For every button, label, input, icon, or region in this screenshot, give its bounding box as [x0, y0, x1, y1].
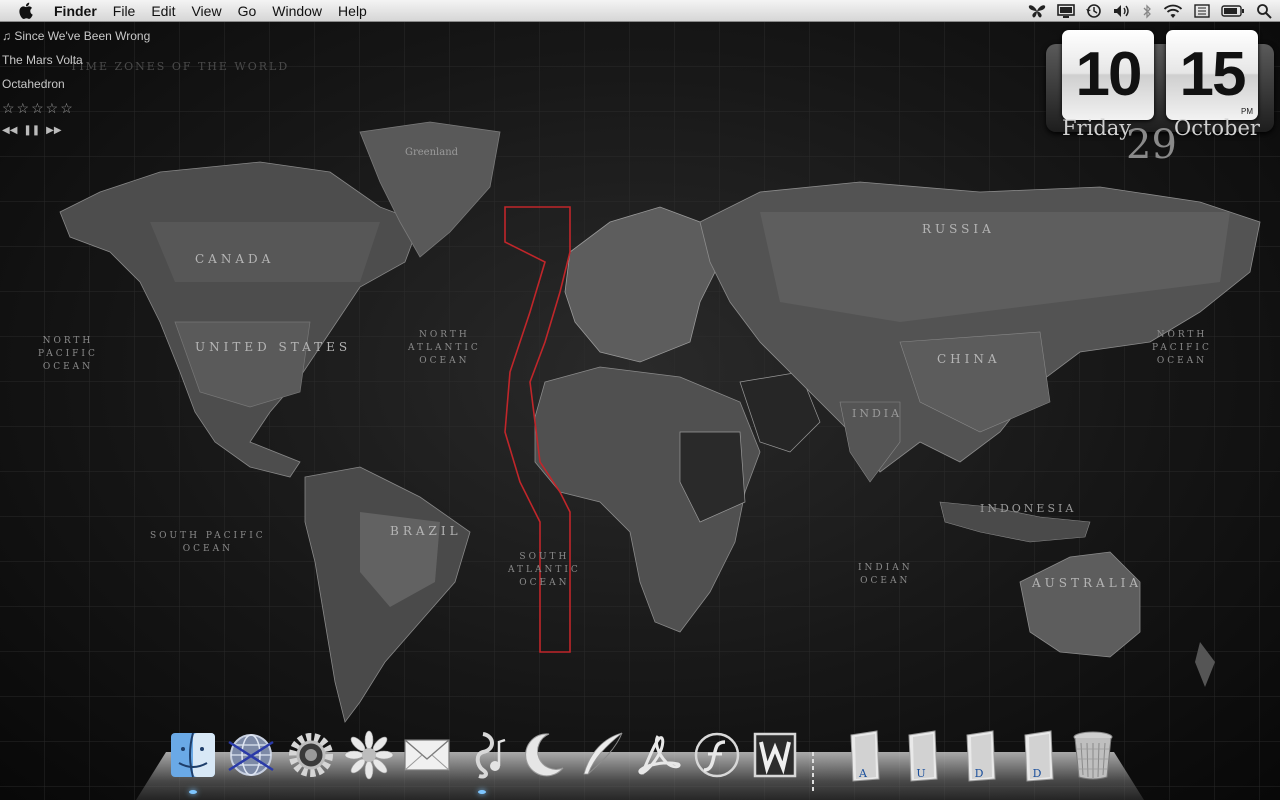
- flip-clock-widget: 10 15 PM Friday 29 October: [1046, 28, 1274, 174]
- volume-icon[interactable]: [1113, 4, 1131, 18]
- finder-icon[interactable]: [166, 726, 220, 784]
- input-menu-icon[interactable]: [1194, 4, 1210, 18]
- menu-app-finder[interactable]: Finder: [46, 0, 105, 22]
- pause-button[interactable]: ❚❚: [23, 125, 40, 136]
- next-track-button[interactable]: ▶▶: [46, 125, 61, 136]
- menu-extras: [1028, 0, 1272, 22]
- network-icon[interactable]: [224, 726, 278, 784]
- rating-stars[interactable]: ☆☆☆☆☆: [2, 101, 150, 125]
- label-united-states: UNITED STATES: [195, 340, 352, 354]
- label-north-atlantic: NORTH ATLANTIC OCEAN: [408, 330, 481, 366]
- spotlight-icon[interactable]: [1256, 3, 1272, 19]
- word-icon[interactable]: [748, 726, 802, 784]
- dock-separator: [812, 752, 814, 792]
- clock-ampm: PM: [1241, 107, 1253, 116]
- display-icon[interactable]: [1057, 4, 1075, 18]
- label-india: INDIA: [852, 407, 903, 420]
- label-australia: AUSTRALIA: [1032, 576, 1143, 590]
- battery-icon[interactable]: [1221, 5, 1245, 17]
- bluetooth-icon[interactable]: [1142, 3, 1152, 19]
- label-north-pacific-right: NORTH PACIFIC OCEAN: [1152, 330, 1212, 366]
- label-china: CHINA: [937, 352, 1001, 366]
- label-greenland: Greenland: [405, 147, 459, 158]
- menu-file[interactable]: File: [105, 0, 144, 22]
- clock-hour: 10: [1075, 40, 1143, 109]
- time-machine-icon[interactable]: [1086, 3, 1102, 19]
- stack-label-d1: D: [974, 766, 984, 780]
- menu-window[interactable]: Window: [264, 0, 330, 22]
- flash-icon[interactable]: [690, 726, 744, 784]
- stack-folder-d1[interactable]: D: [954, 726, 1008, 784]
- label-canada: CANADA: [195, 252, 275, 266]
- apple-menu-icon[interactable]: [18, 2, 36, 19]
- label-south-atlantic: SOUTH ATLANTIC OCEAN: [508, 552, 581, 588]
- label-brazil: BRAZIL: [390, 524, 462, 538]
- label-indian-ocean: INDIAN OCEAN: [858, 563, 913, 586]
- mail-icon[interactable]: [400, 726, 454, 784]
- menu-help[interactable]: Help: [330, 0, 375, 22]
- itunes-icon[interactable]: [458, 726, 512, 784]
- daisy-icon[interactable]: [342, 726, 396, 784]
- stack-label-d2: D: [1032, 766, 1042, 780]
- clock-day-number: 29: [1126, 122, 1177, 168]
- stack-folder-a[interactable]: A: [838, 726, 892, 784]
- clock-weekday: Friday: [1062, 116, 1132, 140]
- stack-folder-u[interactable]: U: [896, 726, 950, 784]
- track-row: ♫ Since We've Been Wrong: [2, 29, 150, 53]
- artist-name: The Mars Volta: [2, 53, 83, 67]
- itunes-running-indicator: [478, 790, 486, 794]
- acrobat-icon[interactable]: [632, 726, 686, 784]
- label-south-pacific: SOUTH PACIFIC OCEAN: [150, 531, 266, 554]
- moon-icon[interactable]: [516, 726, 570, 784]
- playback-controls: ◀◀ ❚❚ ▶▶: [2, 125, 150, 136]
- label-north-pacific-left: NORTH PACIFIC OCEAN: [38, 336, 98, 372]
- menu-view[interactable]: View: [183, 0, 229, 22]
- butterfly-icon[interactable]: [1028, 4, 1046, 18]
- track-title: Since We've Been Wrong: [14, 29, 151, 43]
- trash-icon[interactable]: [1066, 726, 1120, 784]
- stack-folder-d2[interactable]: D: [1012, 726, 1066, 784]
- stack-label-a: A: [859, 766, 867, 780]
- now-playing-widget: ♫ Since We've Been Wrong The Mars Volta …: [2, 29, 150, 136]
- label-russia: RUSSIA: [922, 222, 995, 236]
- previous-track-button[interactable]: ◀◀: [2, 125, 17, 136]
- menu-edit[interactable]: Edit: [143, 0, 183, 22]
- clock-month: October: [1174, 116, 1260, 140]
- quill-icon[interactable]: [574, 726, 628, 784]
- system-preferences-icon[interactable]: [284, 726, 338, 784]
- clock-hour-card: 10: [1062, 30, 1154, 120]
- clock-minute-card: 15 PM: [1166, 30, 1258, 120]
- label-indonesia: INDONESIA: [980, 502, 1077, 515]
- wifi-icon[interactable]: [1163, 4, 1183, 19]
- finder-running-indicator: [189, 790, 197, 794]
- music-note-icon: ♫: [2, 29, 15, 43]
- menu-bar: Finder File Edit View Go Window Help: [0, 0, 1280, 22]
- album-name: Octahedron: [2, 77, 65, 91]
- menu-go[interactable]: Go: [230, 0, 265, 22]
- stack-label-u: U: [916, 766, 926, 780]
